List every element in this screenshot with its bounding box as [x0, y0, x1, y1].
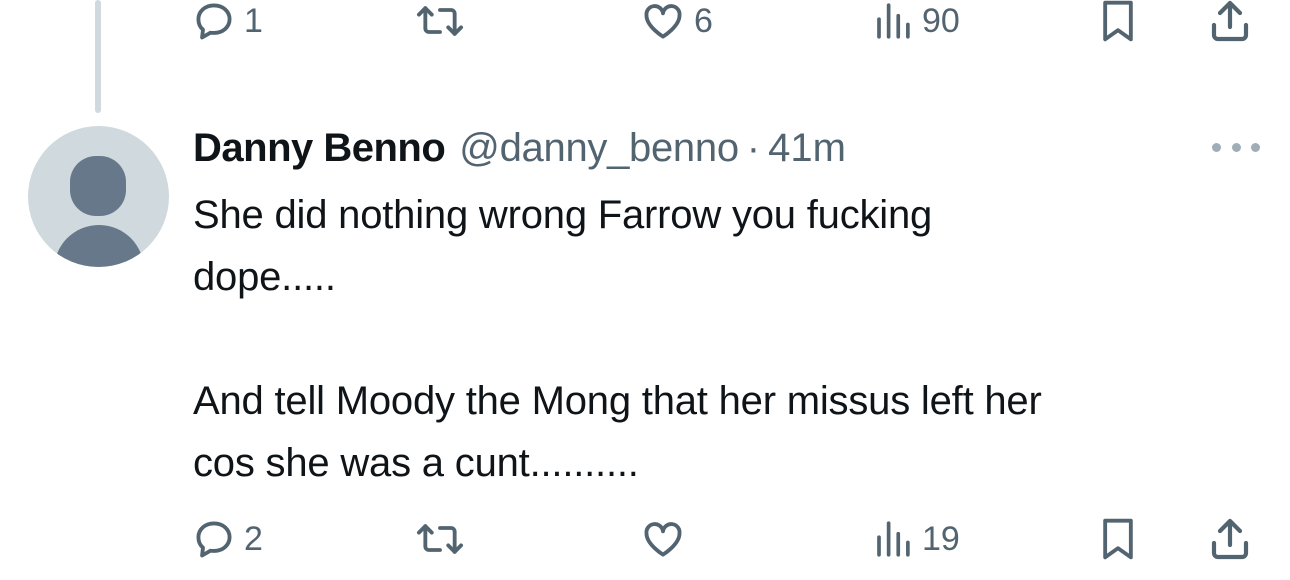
retweet-button[interactable] [414, 0, 466, 46]
views-count: 19 [922, 520, 960, 558]
share-icon [1211, 518, 1249, 560]
reply-button[interactable]: 2 [192, 514, 263, 564]
share-icon [1211, 0, 1249, 42]
user-handle[interactable]: @danny_benno [459, 126, 739, 171]
retweet-icon [416, 524, 464, 554]
heart-icon [644, 522, 682, 557]
tweet-action-bar: 2 19 [192, 514, 1262, 564]
tweet-timestamp[interactable]: 41m [768, 126, 846, 171]
views-count: 90 [922, 2, 960, 40]
reply-button[interactable]: 1 [192, 0, 263, 46]
bookmark-icon [1103, 518, 1133, 560]
share-button[interactable] [1206, 0, 1254, 46]
views-button[interactable]: 19 [872, 514, 960, 564]
reply-icon [196, 3, 232, 40]
views-button[interactable]: 90 [872, 0, 960, 46]
reply-count: 1 [244, 2, 263, 40]
tweet-text: She did nothing wrong Farrow you fucking… [193, 193, 1042, 485]
default-avatar[interactable] [28, 126, 169, 267]
display-name[interactable]: Danny Benno [193, 126, 446, 171]
share-button[interactable] [1206, 514, 1254, 564]
reply-icon [196, 521, 232, 558]
views-icon [877, 521, 910, 557]
retweet-icon [416, 6, 464, 36]
avatar-body-shape [54, 225, 144, 267]
more-icon-dot [1231, 142, 1241, 152]
bookmark-button[interactable] [1096, 0, 1140, 46]
heart-icon [644, 4, 682, 39]
header-separator: · [746, 125, 761, 170]
thread-line [95, 0, 101, 113]
more-icon [1212, 142, 1221, 152]
bookmark-button[interactable] [1096, 514, 1140, 564]
more-icon-dot [1251, 142, 1260, 152]
previous-tweet-action-bar: 1 6 90 [192, 0, 1262, 50]
reply-count: 2 [244, 520, 263, 558]
more-options-button[interactable] [1212, 133, 1260, 161]
avatar-head-shape [70, 156, 126, 216]
like-button[interactable] [640, 514, 686, 564]
retweet-button[interactable] [414, 514, 466, 564]
bookmark-icon [1103, 0, 1133, 42]
like-button[interactable]: 6 [640, 0, 713, 46]
views-icon [877, 3, 910, 39]
like-count: 6 [694, 2, 713, 40]
tweet-header: Danny Benno @danny_benno · 41m [193, 122, 846, 174]
